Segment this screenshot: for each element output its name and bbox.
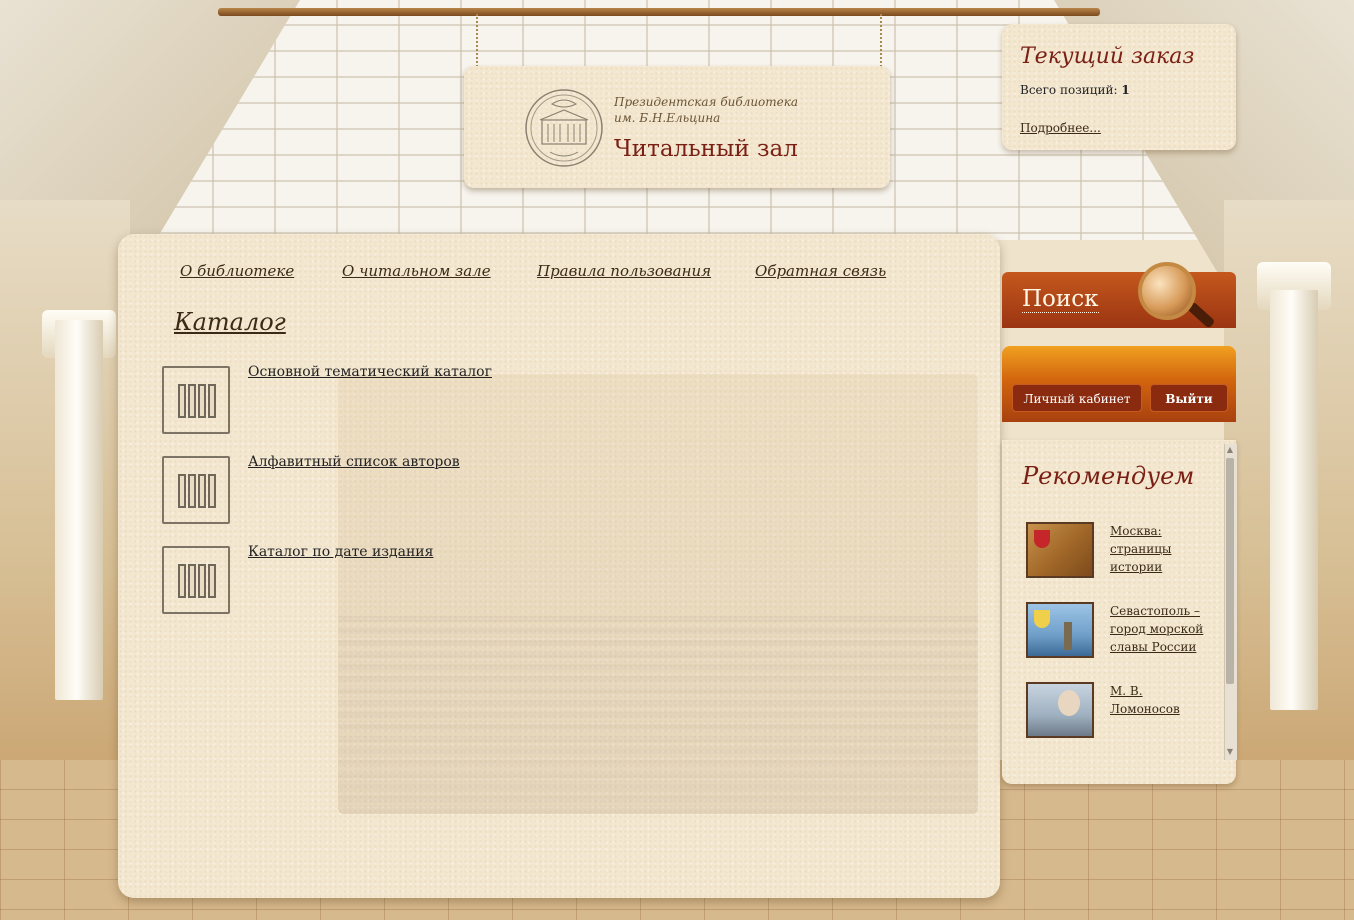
moscow-thumbnail — [1026, 522, 1094, 578]
recommendation-link[interactable]: Москва: страницы истории — [1110, 522, 1210, 576]
library-logo-icon — [525, 89, 603, 167]
catalog-link[interactable]: Каталог по дате издания — [248, 544, 433, 560]
lomonosov-thumbnail — [1026, 682, 1094, 738]
nav-about-library[interactable]: О библиотеке — [180, 262, 294, 280]
reading-room-title: Читальный зал — [614, 136, 798, 162]
recommendation-link[interactable]: М. В. Ломоносов — [1110, 682, 1210, 718]
catalog-item-authors[interactable]: Алфавитный список авторов — [162, 454, 762, 528]
catalog-books-icon — [162, 366, 230, 434]
nav-rules[interactable]: Правила пользования — [537, 262, 711, 280]
order-count-label: Всего позиций: — [1020, 83, 1122, 97]
recommendations-title: Рекомендуем — [1022, 462, 1195, 490]
search-link[interactable]: Поиск — [1022, 286, 1099, 313]
scrollbar-thumb[interactable] — [1226, 458, 1234, 684]
catalog-item-by-date[interactable]: Каталог по дате издания — [162, 544, 762, 618]
catalog-link[interactable]: Алфавитный список авторов — [248, 454, 460, 470]
nav-about-reading-room[interactable]: О читальном зале — [342, 262, 491, 280]
sevastopol-thumbnail — [1026, 602, 1094, 658]
column — [55, 320, 103, 700]
hanging-beam — [218, 8, 1100, 16]
chain — [476, 14, 480, 70]
catalog-link[interactable]: Основной тематический каталог — [248, 364, 492, 380]
order-details-link[interactable]: Подробнее... — [1020, 121, 1101, 135]
catalog-books-icon — [162, 546, 230, 614]
nav-feedback[interactable]: Обратная связь — [755, 262, 886, 280]
scroll-up-icon[interactable]: ▲ — [1226, 446, 1234, 454]
order-count-value: 1 — [1121, 83, 1130, 97]
personal-cabinet-button[interactable]: Личный кабинет — [1012, 384, 1142, 412]
current-order-title: Текущий заказ — [1020, 44, 1195, 69]
catalog-item-thematic[interactable]: Основной тематический каталог — [162, 364, 762, 438]
library-name: Президентская библиотека им. Б.Н.Ельцина — [614, 95, 799, 125]
catalog-heading: Каталог — [174, 308, 286, 336]
logout-button[interactable]: Выйти — [1150, 384, 1228, 412]
scroll-down-icon[interactable]: ▼ — [1226, 748, 1234, 756]
recommendation-link[interactable]: Севастополь – город морской славы России — [1110, 602, 1210, 656]
chain — [880, 14, 884, 70]
column — [1270, 290, 1318, 710]
magnifier-icon[interactable] — [1138, 262, 1196, 320]
order-count: Всего позиций: 1 — [1020, 83, 1130, 97]
catalog-books-icon — [162, 456, 230, 524]
